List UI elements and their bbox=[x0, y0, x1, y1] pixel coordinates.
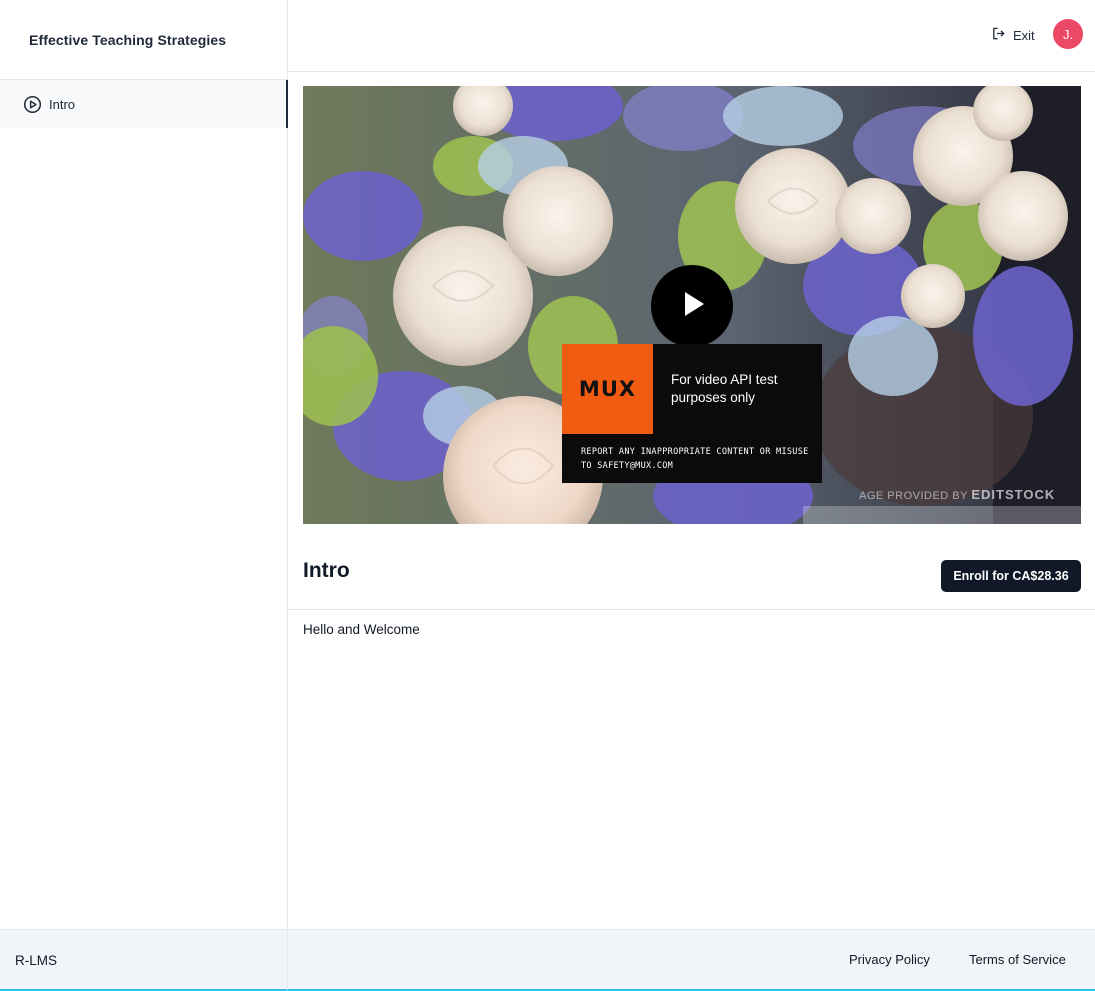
mux-watermark: MUX For video API test purposes only REP… bbox=[562, 344, 822, 483]
privacy-policy-link[interactable]: Privacy Policy bbox=[849, 952, 930, 967]
footer: R-LMS Privacy Policy Terms of Service bbox=[0, 929, 1095, 991]
footer-divider bbox=[287, 930, 288, 990]
course-sidebar: Effective Teaching Strategies Intro bbox=[0, 0, 288, 929]
exit-button[interactable]: Exit bbox=[991, 25, 1035, 45]
avatar[interactable]: J. bbox=[1053, 19, 1083, 49]
lesson-title: Intro bbox=[303, 559, 350, 582]
top-bar: Exit J. bbox=[288, 0, 1095, 72]
credit-brand: EDITSTOCK bbox=[971, 487, 1056, 502]
divider bbox=[288, 609, 1095, 610]
lesson-body: Hello and Welcome bbox=[303, 622, 420, 637]
sidebar-item-label: Intro bbox=[49, 96, 76, 112]
exit-icon bbox=[991, 26, 1006, 44]
mux-logo: MUX bbox=[562, 344, 653, 434]
sidebar-item-intro[interactable]: Intro bbox=[0, 80, 288, 128]
video-player[interactable]: MUX For video API test purposes only REP… bbox=[303, 86, 1081, 524]
terms-of-service-link[interactable]: Terms of Service bbox=[969, 952, 1066, 967]
play-icon bbox=[675, 287, 709, 326]
mux-report-text: REPORT ANY INAPPROPRIATE CONTENT OR MISU… bbox=[581, 447, 809, 471]
play-circle-icon bbox=[22, 94, 42, 114]
course-title: Effective Teaching Strategies bbox=[0, 0, 287, 80]
exit-label: Exit bbox=[1013, 27, 1035, 43]
footage-credit: AGE PROVIDED BY EDITSTOCK bbox=[859, 487, 1055, 502]
enroll-button[interactable]: Enroll for CA$28.36 bbox=[941, 560, 1081, 592]
mux-watermark-text: For video API test purposes only bbox=[671, 372, 778, 405]
footer-brand: R-LMS bbox=[15, 953, 58, 968]
play-button[interactable] bbox=[651, 265, 733, 347]
credit-prefix: AGE PROVIDED BY bbox=[859, 490, 968, 502]
